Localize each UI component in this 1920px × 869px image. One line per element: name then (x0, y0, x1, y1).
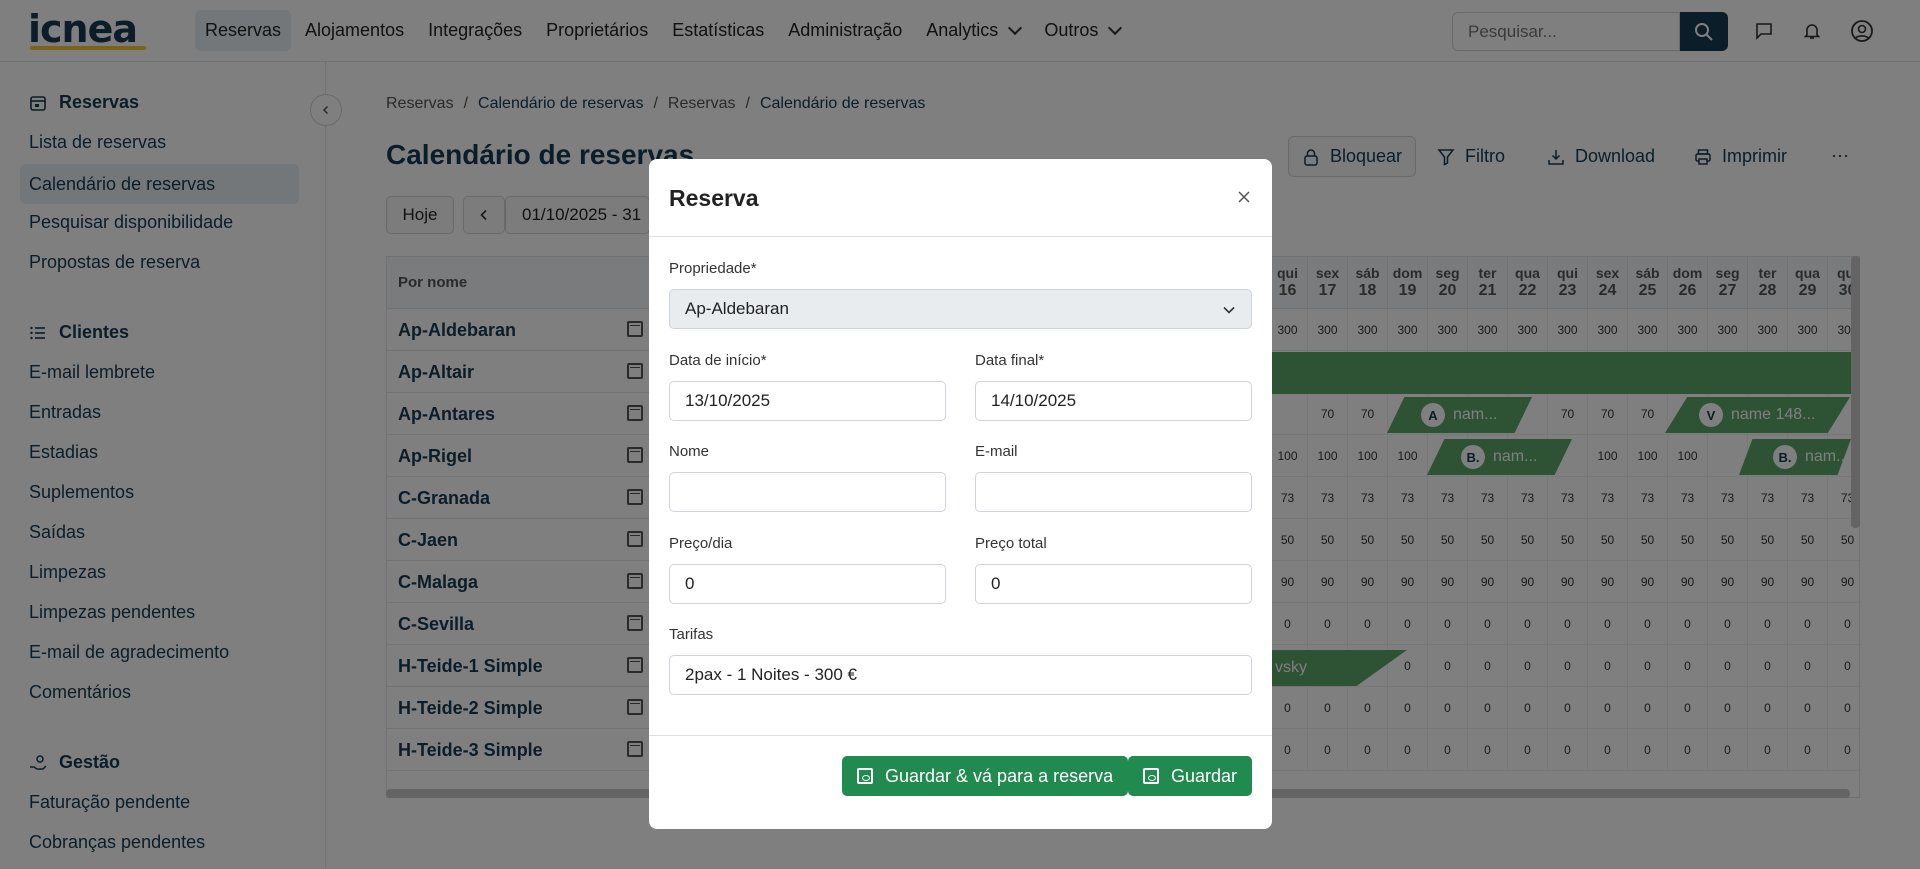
price-per-day-field[interactable]: 0 (669, 564, 946, 604)
close-button[interactable] (1232, 185, 1256, 209)
modal-title: Reserva (669, 185, 759, 211)
email-label: E-mail (975, 443, 1018, 460)
end-date-field[interactable]: 14/10/2025 (975, 381, 1252, 421)
start-date-label: Data de início* (669, 352, 767, 369)
reservation-modal: Reserva Propriedade* Ap-Aldebaran Data d… (649, 159, 1272, 829)
chevron-down-icon (1223, 306, 1235, 314)
property-select[interactable]: Ap-Aldebaran (669, 289, 1252, 329)
name-label: Nome (669, 443, 710, 460)
close-icon (1238, 191, 1250, 203)
save-button[interactable]: Guardar (1128, 756, 1253, 796)
property-label: Propriedade* (669, 260, 757, 277)
save-and-go-button[interactable]: Guardar & vá para a reserva (842, 756, 1129, 796)
property-select-value: Ap-Aldebaran (685, 299, 789, 318)
price-per-day-label: Preço/dia (669, 535, 733, 552)
total-price-label: Preço total (975, 535, 1047, 552)
start-date-field[interactable]: 13/10/2025 (669, 381, 946, 421)
rates-label: Tarifas (669, 626, 714, 643)
button-label: Guardar & vá para a reserva (885, 765, 1114, 786)
email-field[interactable] (975, 472, 1252, 512)
end-date-label: Data final* (975, 352, 1045, 369)
modal-header: Reserva (649, 159, 1272, 237)
total-price-field[interactable]: 0 (975, 564, 1252, 604)
save-icon (857, 768, 873, 784)
button-label: Guardar (1171, 765, 1238, 786)
save-icon (1143, 768, 1159, 784)
name-field[interactable] (669, 472, 946, 512)
rates-field[interactable]: 2pax - 1 Noites - 300 € (669, 655, 1252, 695)
